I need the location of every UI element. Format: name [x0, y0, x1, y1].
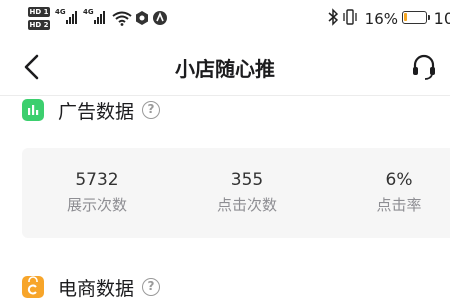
battery-nub: [428, 15, 430, 20]
clock-time: 10: [433, 9, 450, 28]
stat-clicks: 355 点击次数: [177, 170, 317, 214]
nav-bar: 小店随心推: [0, 40, 450, 92]
stat-label: 点击率: [376, 196, 422, 214]
app-notification-icon: [153, 11, 167, 25]
ecommerce-data-header: 电商数据 ?: [22, 274, 161, 300]
customer-service-headset-icon[interactable]: [410, 52, 438, 82]
page-title: 小店随心推: [175, 57, 275, 81]
shopping-bag-icon: [22, 276, 44, 298]
stat-value: 6%: [385, 170, 413, 190]
sim2-badge: HD 2: [28, 20, 50, 30]
ad-stats-card: 5732 展示次数 355 点击次数 6% 点击率: [22, 148, 450, 238]
battery-fill: [404, 13, 407, 21]
network-type-label: 4G: [55, 8, 66, 16]
battery-icon: [402, 11, 430, 24]
signal-icon-2: 4G: [83, 8, 105, 24]
vibrate-icon: [343, 9, 357, 25]
stat-click-rate: 6% 点击率: [329, 170, 450, 214]
stat-value: 355: [230, 170, 264, 190]
network-type-label-2: 4G: [83, 8, 94, 16]
shopping-bag-glyph: [27, 276, 38, 295]
ecommerce-data-help-icon[interactable]: ?: [142, 278, 161, 296]
ad-data-title: 广告数据: [58, 100, 135, 123]
ad-data-header: 广告数据 ?: [22, 97, 161, 123]
ecommerce-data-title: 电商数据: [58, 277, 135, 300]
battery-percent: 16%: [364, 10, 398, 28]
ad-data-help-icon[interactable]: ?: [142, 101, 161, 119]
stat-label: 点击次数: [216, 196, 277, 214]
bluetooth-icon: [328, 8, 338, 26]
signal-icon: 4G: [55, 8, 77, 24]
stat-value: 5732: [75, 170, 119, 190]
sim1-badge: HD 1: [28, 7, 50, 17]
hexagon-app-icon: [136, 11, 148, 25]
stat-label: 展示次数: [66, 196, 127, 214]
wifi-icon: [112, 11, 132, 26]
bar-chart-icon: [22, 99, 44, 121]
bar-chart-glyph: [28, 105, 39, 115]
stat-impressions: 5732 展示次数: [27, 170, 167, 214]
status-bar: HD 1 HD 2 4G 4G 16% 10: [0, 0, 450, 38]
